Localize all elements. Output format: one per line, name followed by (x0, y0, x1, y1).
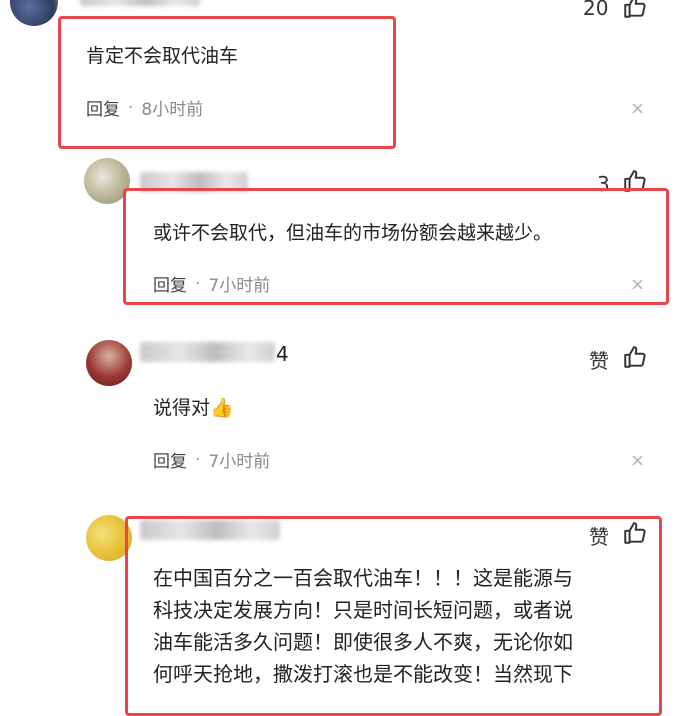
reply-button[interactable]: 回复 (153, 271, 187, 296)
username-blurred[interactable] (80, 0, 200, 6)
thumbs-up-icon[interactable] (622, 0, 648, 20)
username-blurred[interactable] (140, 342, 275, 362)
comment-text-body: 说得对 (153, 397, 211, 419)
timestamp: 7小时前 (208, 276, 271, 296)
separator-dot: · (128, 97, 134, 118)
avatar[interactable] (10, 0, 58, 26)
comment-text: 在中国百分之一百会取代油车！！！这是能源与 科技决定发展方向！只是时间长短问题，… (153, 562, 658, 690)
comment-line: 何呼天抢地，撒泼打滚也是不能改变！当然现下 (153, 662, 573, 686)
timestamp: 7小时前 (208, 452, 271, 472)
thumbs-up-emoji-icon: 👍 (210, 397, 234, 419)
username-suffix: 4 (276, 342, 289, 366)
comment-text: 肯定不会取代油车 (86, 45, 239, 67)
avatar[interactable] (86, 340, 132, 386)
comment-text: 或许不会取代，但油车的市场份额会越来越少。 (153, 222, 553, 244)
close-icon[interactable]: × (630, 276, 645, 294)
highlight-box (58, 16, 396, 149)
like-label: 赞 (589, 349, 609, 373)
thumbs-up-icon[interactable] (622, 344, 648, 370)
reply-button[interactable]: 回复 (86, 95, 120, 120)
comment-line: 在中国百分之一百会取代油车！！！这是能源与 (153, 566, 573, 590)
comment-meta: 回复 · 7小时前 (153, 447, 271, 473)
reply-button[interactable]: 回复 (153, 447, 187, 472)
comment-line: 油车能活多久问题！即使很多人不爽，无论你如 (153, 630, 573, 654)
like-count: 20 (583, 0, 609, 20)
comment-meta: 回复 · 8小时前 (86, 95, 204, 121)
comment-meta: 回复 · 7小时前 (153, 271, 271, 297)
comment-line: 科技决定发展方向！只是时间长短问题，或者说 (153, 598, 573, 622)
close-icon[interactable]: × (630, 452, 645, 470)
separator-dot: · (195, 273, 201, 294)
timestamp: 8小时前 (141, 100, 204, 120)
separator-dot: · (195, 449, 201, 470)
close-icon[interactable]: × (630, 100, 645, 118)
comment-text: 说得对👍 (153, 397, 234, 420)
